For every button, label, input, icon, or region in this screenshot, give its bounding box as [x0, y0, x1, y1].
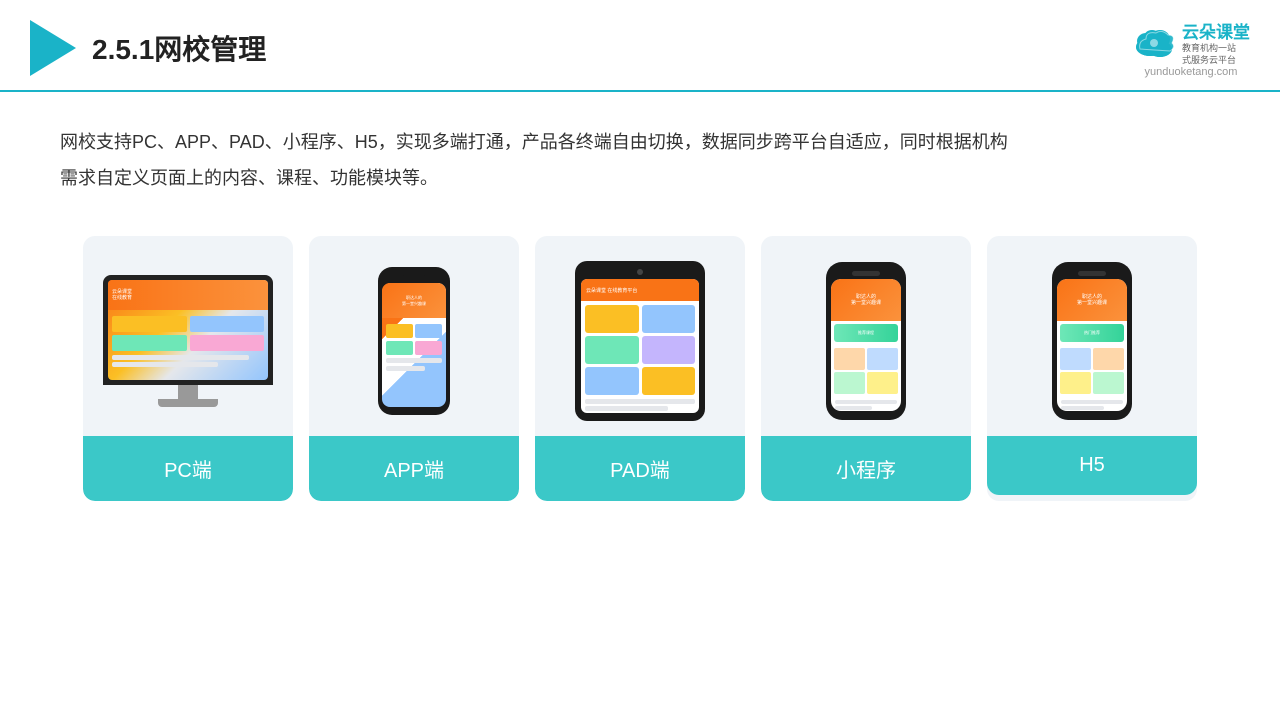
description-text: 网校支持PC、APP、PAD、小程序、H5，实现多端打通，产品各终端自由切换，数…	[60, 124, 1220, 196]
brand-url: yunduoketang.com	[1145, 66, 1238, 78]
header-right: 云朵课堂 教育机构一站式服务云平台 yunduoketang.com	[1132, 18, 1250, 78]
brand-name: 云朵课堂 教育机构一站式服务云平台	[1182, 18, 1250, 66]
brand-tagline: 教育机构一站式服务云平台	[1182, 43, 1250, 66]
h5-phone-icon: 职达人的第一堂兴趣课 热门推荐	[1052, 262, 1132, 420]
header-left: 2.5.1网校管理	[30, 20, 266, 76]
card-h5: 职达人的第一堂兴趣课 热门推荐 H5	[987, 236, 1197, 501]
header: 2.5.1网校管理 云朵课堂 教育机构一站式服务云平台 yunduoket	[0, 0, 1280, 92]
card-miniprogram-label: 小程序	[761, 436, 971, 501]
card-miniprogram: 职达人的第一堂兴趣课 推荐课程 小程序	[761, 236, 971, 501]
pc-monitor-icon: 云朵课堂在线教育	[103, 275, 273, 407]
card-pad-image: 云朵课堂 在线教育平台	[535, 236, 745, 436]
brand-logo: 云朵课堂 教育机构一站式服务云平台	[1132, 18, 1250, 66]
card-pc: 云朵课堂在线教育	[83, 236, 293, 501]
cloud-icon	[1132, 27, 1176, 57]
card-h5-image: 职达人的第一堂兴趣课 热门推荐	[987, 236, 1197, 436]
card-pc-image: 云朵课堂在线教育	[83, 236, 293, 436]
card-pad: 云朵课堂 在线教育平台 PAD端	[535, 236, 745, 501]
card-h5-label: H5	[987, 436, 1197, 495]
card-miniprogram-image: 职达人的第一堂兴趣课 推荐课程	[761, 236, 971, 436]
card-app-image: 职达人的第一堂兴趣课	[309, 236, 519, 436]
cards-container: 云朵课堂在线教育	[0, 216, 1280, 521]
card-pad-label: PAD端	[535, 436, 745, 501]
pad-tablet-icon: 云朵课堂 在线教育平台	[575, 261, 705, 421]
card-app: 职达人的第一堂兴趣课	[309, 236, 519, 501]
card-app-label: APP端	[309, 436, 519, 501]
card-pc-label: PC端	[83, 436, 293, 501]
description: 网校支持PC、APP、PAD、小程序、H5，实现多端打通，产品各终端自由切换，数…	[0, 92, 1280, 216]
page-title: 2.5.1网校管理	[92, 28, 266, 68]
app-phone-icon: 职达人的第一堂兴趣课	[378, 267, 450, 415]
logo-icon	[30, 20, 76, 76]
miniprogram-phone-icon: 职达人的第一堂兴趣课 推荐课程	[826, 262, 906, 420]
